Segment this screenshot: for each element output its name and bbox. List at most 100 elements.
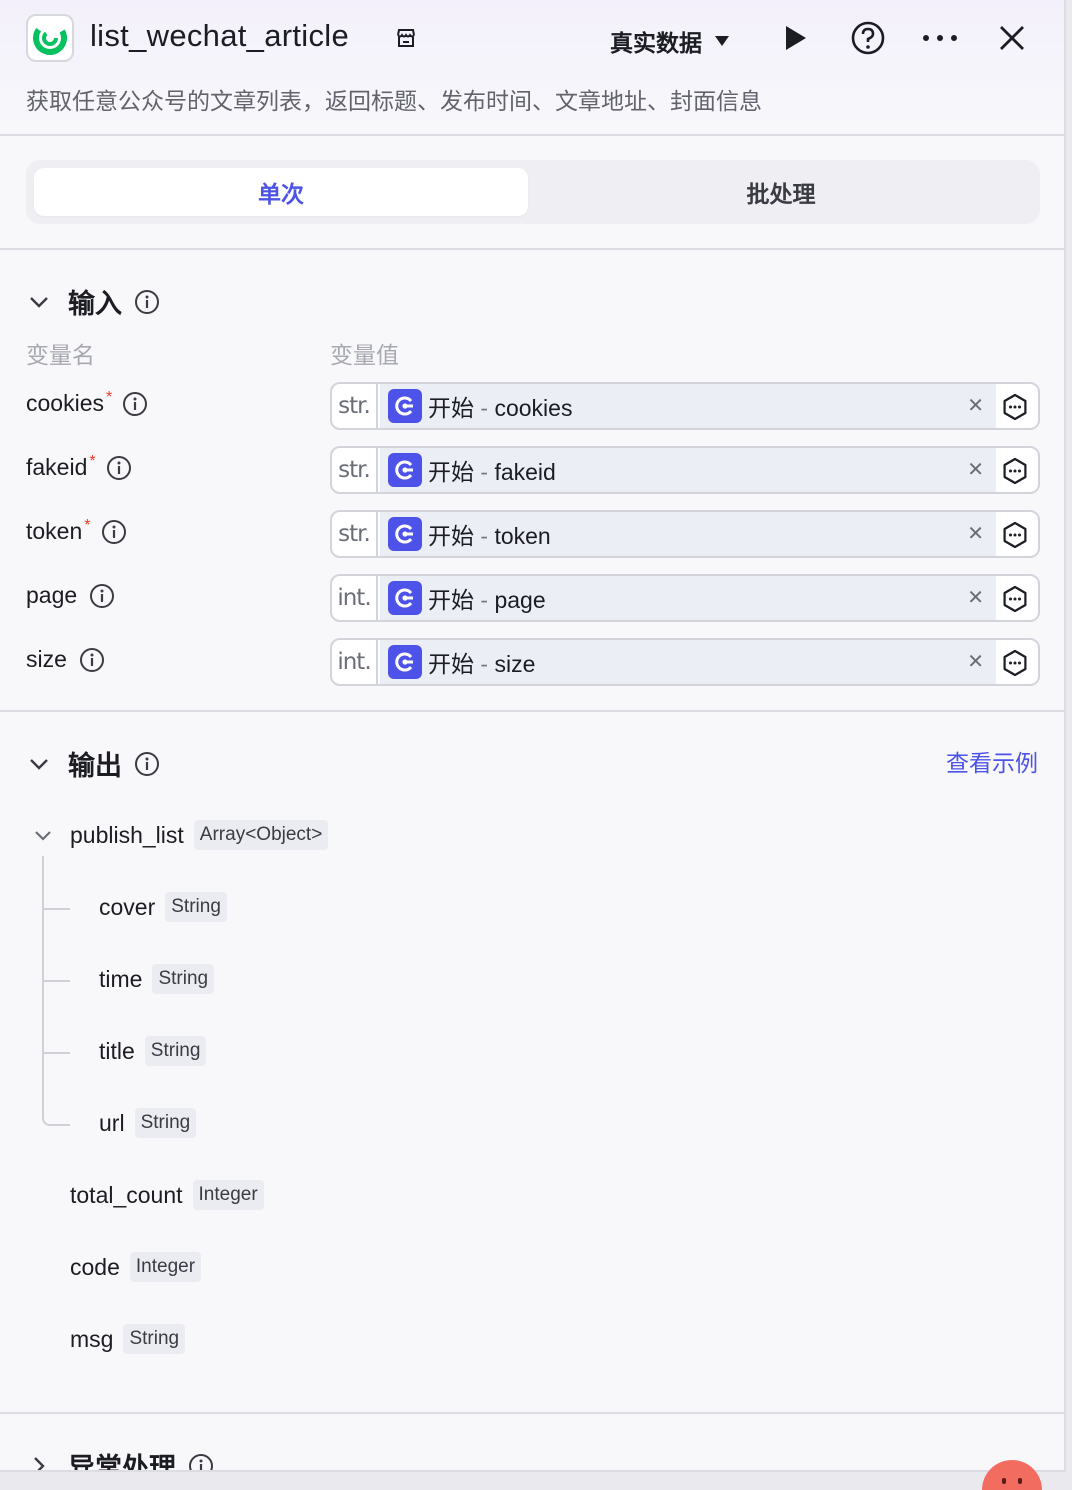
info-icon[interactable] bbox=[134, 289, 160, 315]
type-badge: String bbox=[165, 892, 227, 922]
reference-field: page bbox=[494, 587, 546, 613]
variable-settings-icon[interactable] bbox=[1000, 456, 1030, 486]
divider bbox=[0, 248, 1064, 250]
clear-icon[interactable]: ✕ bbox=[967, 649, 984, 674]
variable-reference[interactable]: 开始 - token ✕ bbox=[380, 512, 996, 556]
input-row-page: page int. 开始 - page ✕ bbox=[0, 574, 1064, 622]
tree-line bbox=[42, 856, 44, 1096]
input-var-value[interactable]: int. 开始 - page ✕ bbox=[330, 574, 1040, 622]
store-icon[interactable] bbox=[394, 26, 418, 50]
output-item-msg: msg String bbox=[70, 1324, 186, 1354]
type-selector[interactable]: int. bbox=[332, 576, 378, 620]
output-item-title: title String bbox=[99, 1036, 207, 1066]
reference-source: 开始 bbox=[428, 459, 474, 485]
variable-settings-icon[interactable] bbox=[1000, 584, 1030, 614]
info-icon[interactable] bbox=[101, 519, 127, 545]
variable-settings-icon[interactable] bbox=[1000, 392, 1030, 422]
run-button[interactable] bbox=[776, 18, 816, 58]
info-icon[interactable] bbox=[89, 583, 115, 609]
info-icon[interactable] bbox=[188, 1453, 214, 1470]
type-badge: Integer bbox=[192, 1180, 264, 1210]
more-icon bbox=[923, 35, 957, 41]
reference-field: size bbox=[494, 651, 536, 677]
info-icon[interactable] bbox=[106, 455, 132, 481]
reference-source: 开始 bbox=[428, 651, 474, 677]
output-item-code: code Integer bbox=[70, 1252, 202, 1282]
reference-source: 开始 bbox=[428, 587, 474, 613]
view-example-link[interactable]: 查看示例 bbox=[946, 744, 1038, 778]
input-section-title: 输入 bbox=[68, 289, 122, 319]
info-icon[interactable] bbox=[122, 391, 148, 417]
reference-separator: - bbox=[480, 587, 489, 613]
input-var-label: size bbox=[26, 646, 67, 672]
exception-section-title: 异常处理 bbox=[68, 1453, 176, 1472]
tab-batch[interactable]: 批处理 bbox=[534, 168, 1028, 216]
help-icon bbox=[851, 21, 885, 55]
chevron-down-icon[interactable] bbox=[26, 289, 52, 315]
reference-label: 开始 - fakeid bbox=[428, 453, 556, 487]
clear-icon[interactable]: ✕ bbox=[967, 585, 984, 610]
reference-separator: - bbox=[480, 395, 489, 421]
input-var-name: page bbox=[26, 582, 115, 609]
info-icon[interactable] bbox=[79, 647, 105, 673]
output-name: msg bbox=[70, 1325, 114, 1352]
variable-reference[interactable]: 开始 - size ✕ bbox=[380, 640, 996, 684]
close-button[interactable] bbox=[992, 18, 1032, 58]
input-var-name: fakeid * bbox=[26, 453, 132, 481]
input-var-value[interactable]: str. 开始 - fakeid ✕ bbox=[330, 446, 1040, 494]
variable-reference[interactable]: 开始 - fakeid ✕ bbox=[380, 448, 996, 492]
divider bbox=[0, 1412, 1064, 1414]
input-row-cookies: cookies * str. 开始 - cookies ✕ bbox=[0, 382, 1064, 430]
variable-reference[interactable]: 开始 - page ✕ bbox=[380, 576, 996, 620]
tab-single[interactable]: 单次 bbox=[34, 168, 528, 216]
chevron-down-icon[interactable] bbox=[32, 824, 54, 846]
output-item-cover: cover String bbox=[99, 892, 227, 922]
variable-settings-icon[interactable] bbox=[1000, 648, 1030, 678]
output-name: publish_list bbox=[70, 821, 184, 848]
clear-icon[interactable]: ✕ bbox=[967, 457, 984, 482]
clear-icon[interactable]: ✕ bbox=[967, 521, 984, 546]
input-var-value[interactable]: str. 开始 - token ✕ bbox=[330, 510, 1040, 558]
type-badge: String bbox=[144, 1036, 207, 1066]
output-item-total-count: total_count Integer bbox=[70, 1180, 264, 1210]
type-selector[interactable]: str. bbox=[332, 512, 378, 556]
required-mark: * bbox=[105, 388, 113, 406]
info-icon[interactable] bbox=[134, 751, 160, 777]
reference-label: 开始 - cookies bbox=[428, 389, 572, 423]
node-description: 获取任意公众号的文章列表，返回标题、发布时间、文章地址、封面信息 bbox=[26, 88, 762, 114]
node-title: list_wechat_article bbox=[90, 18, 349, 53]
chevron-down-icon[interactable] bbox=[26, 751, 52, 777]
divider bbox=[0, 710, 1064, 712]
data-mode-select[interactable]: 真实数据 bbox=[610, 24, 730, 58]
input-var-value[interactable]: int. 开始 - size ✕ bbox=[330, 638, 1040, 686]
tree-line bbox=[44, 908, 70, 910]
output-name: code bbox=[70, 1253, 120, 1280]
avatar-eye bbox=[1018, 1478, 1022, 1484]
clear-icon[interactable]: ✕ bbox=[967, 393, 984, 418]
reference-label: 开始 - page bbox=[428, 581, 546, 615]
variable-settings-icon[interactable] bbox=[1000, 520, 1030, 550]
help-button[interactable] bbox=[848, 18, 888, 58]
reference-source: 开始 bbox=[428, 523, 474, 549]
column-header-name: 变量名 bbox=[26, 342, 95, 368]
chevron-right-icon[interactable] bbox=[26, 1453, 52, 1470]
panel-header: list_wechat_article 真实数据 获取任意公众号的文章列表，返回… bbox=[0, 0, 1064, 136]
type-selector[interactable]: str. bbox=[332, 448, 378, 492]
output-section-header[interactable]: 输出 bbox=[26, 744, 160, 783]
reference-source: 开始 bbox=[428, 395, 474, 421]
type-selector[interactable]: int. bbox=[332, 640, 378, 684]
output-item-publish-list: publish_list Array<Object> bbox=[32, 820, 329, 850]
start-node-icon bbox=[388, 645, 422, 679]
more-button[interactable] bbox=[920, 18, 960, 58]
data-mode-label: 真实数据 bbox=[610, 30, 702, 56]
input-var-label: page bbox=[26, 582, 78, 608]
variable-reference[interactable]: 开始 - cookies ✕ bbox=[380, 384, 996, 428]
type-badge: Integer bbox=[129, 1252, 202, 1282]
input-var-value[interactable]: str. 开始 - cookies ✕ bbox=[330, 382, 1040, 430]
output-name: time bbox=[99, 965, 143, 992]
close-icon bbox=[1000, 26, 1024, 50]
start-node-icon bbox=[388, 581, 422, 615]
exception-section-header[interactable]: 异常处理 bbox=[26, 1446, 214, 1472]
type-selector[interactable]: str. bbox=[332, 384, 378, 428]
input-section-header[interactable]: 输入 bbox=[26, 282, 160, 321]
